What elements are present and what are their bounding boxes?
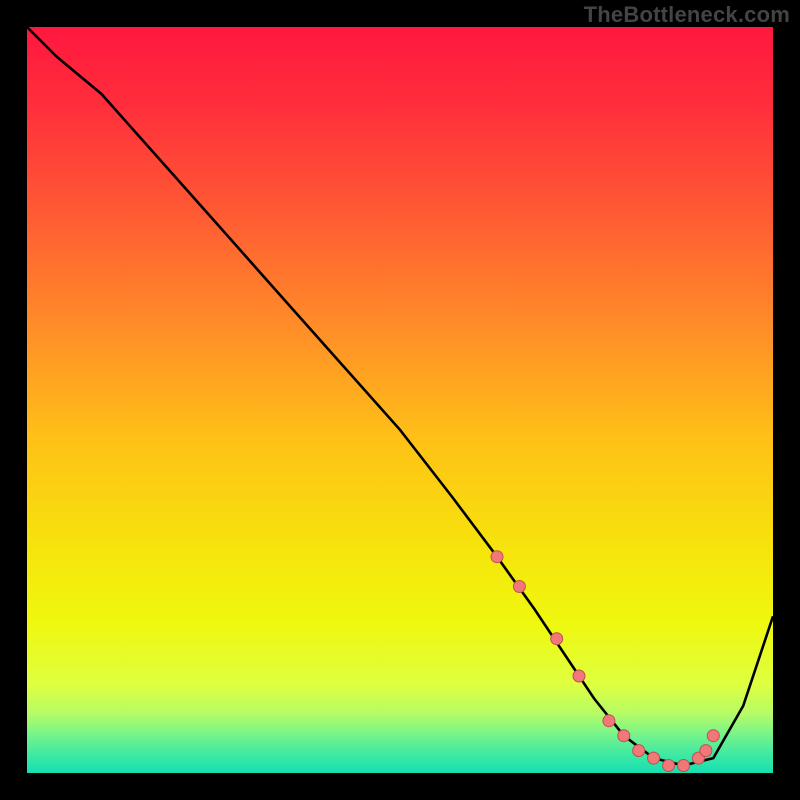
curve-marker (663, 760, 675, 772)
curve-marker (513, 581, 525, 593)
curve-marker (603, 715, 615, 727)
curve-marker (707, 730, 719, 742)
chart-frame: TheBottleneck.com (0, 0, 800, 800)
curve-marker (573, 670, 585, 682)
gradient-background (27, 27, 773, 773)
curve-marker (618, 730, 630, 742)
curve-marker (551, 633, 563, 645)
watermark-text: TheBottleneck.com (584, 2, 790, 28)
curve-marker (633, 745, 645, 757)
curve-marker (678, 760, 690, 772)
curve-marker (491, 551, 503, 563)
plot-svg (27, 27, 773, 773)
plot-area (27, 27, 773, 773)
curve-marker (700, 745, 712, 757)
curve-marker (648, 752, 660, 764)
